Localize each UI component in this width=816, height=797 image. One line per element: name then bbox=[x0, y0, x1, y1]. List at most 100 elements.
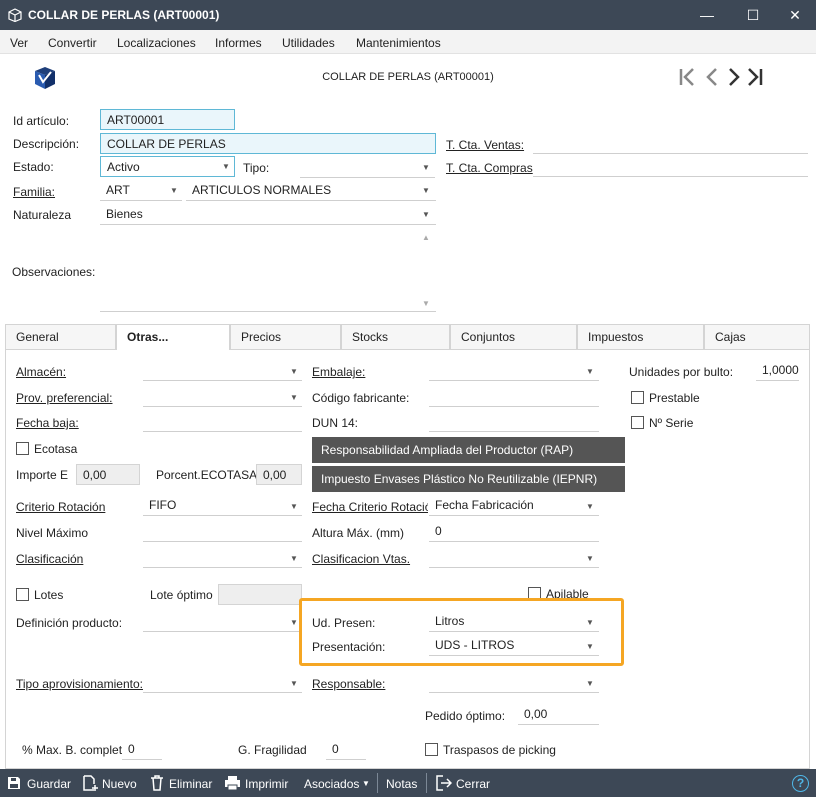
eliminar-button[interactable]: Eliminar bbox=[169, 777, 212, 791]
pedido-optimo-field[interactable]: 0,00 bbox=[518, 704, 599, 725]
descripcion-field[interactable]: COLLAR DE PERLAS bbox=[100, 133, 436, 154]
nserie-checkbox[interactable] bbox=[631, 416, 644, 429]
lotes-checkbox[interactable] bbox=[16, 588, 29, 601]
criterio-select[interactable]: FIFO bbox=[143, 495, 302, 516]
max-b-field[interactable]: 0 bbox=[122, 739, 162, 760]
chevron-down-icon[interactable]: ▼ bbox=[586, 367, 594, 376]
fecha-criterio-select[interactable]: Fecha Fabricación bbox=[429, 495, 599, 516]
chevron-down-icon[interactable]: ▼ bbox=[290, 679, 298, 688]
nav-prev-icon[interactable] bbox=[704, 67, 720, 87]
traspasos-checkbox[interactable] bbox=[425, 743, 438, 756]
cta-ventas-field[interactable] bbox=[533, 133, 808, 154]
prestable-checkbox[interactable] bbox=[631, 391, 644, 404]
tipo-select[interactable] bbox=[300, 157, 435, 178]
caret-down-icon[interactable]: ▼ bbox=[362, 779, 370, 788]
porcent-field[interactable]: 0,00 bbox=[256, 464, 302, 485]
codigo-fab-field[interactable] bbox=[429, 386, 599, 407]
altura-field[interactable]: 0 bbox=[429, 521, 599, 542]
tipo-aprov-select[interactable] bbox=[143, 672, 302, 693]
cta-compras-label[interactable]: T. Cta. Compras bbox=[446, 161, 533, 175]
chevron-down-icon[interactable]: ▼ bbox=[586, 554, 594, 563]
g-fragilidad-label: G. Fragilidad bbox=[238, 743, 307, 757]
chevron-down-icon[interactable]: ▼ bbox=[290, 502, 298, 511]
definicion-select[interactable] bbox=[143, 611, 302, 632]
menu-convertir[interactable]: Convertir bbox=[48, 36, 97, 50]
id-field[interactable]: ART00001 bbox=[100, 109, 235, 130]
help-icon[interactable]: ? bbox=[792, 775, 809, 792]
cerrar-button[interactable]: Cerrar bbox=[456, 777, 490, 791]
rap-button[interactable]: Responsabilidad Ampliada del Productor (… bbox=[312, 437, 625, 463]
scroll-up-icon[interactable]: ▲ bbox=[422, 233, 430, 242]
responsable-label[interactable]: Responsable: bbox=[312, 677, 385, 691]
menu-informes[interactable]: Informes bbox=[215, 36, 262, 50]
chevron-down-icon[interactable]: ▼ bbox=[586, 679, 594, 688]
unidades-bulto-field[interactable]: 1,0000 bbox=[756, 360, 799, 381]
tab-stocks[interactable]: Stocks bbox=[341, 324, 450, 350]
chevron-down-icon[interactable]: ▼ bbox=[586, 502, 594, 511]
fecha-baja-field[interactable] bbox=[143, 411, 302, 432]
estado-select[interactable]: Activo bbox=[100, 156, 235, 177]
tab-impuestos[interactable]: Impuestos bbox=[577, 324, 704, 350]
asociados-button[interactable]: Asociados bbox=[304, 777, 359, 791]
highlight-box bbox=[299, 598, 624, 666]
prov-label[interactable]: Prov. preferencial: bbox=[16, 391, 113, 405]
ecotasa-checkbox[interactable] bbox=[16, 442, 29, 455]
fecha-criterio-label[interactable]: Fecha Criterio Rotació bbox=[312, 500, 428, 514]
chevron-down-icon[interactable]: ▼ bbox=[422, 163, 430, 172]
imprimir-button[interactable]: Imprimir bbox=[245, 777, 288, 791]
maximize-button[interactable]: ☐ bbox=[730, 0, 776, 30]
familia-select[interactable]: ARTICULOS NORMALES bbox=[186, 180, 436, 201]
tab-cajas[interactable]: Cajas bbox=[704, 324, 810, 350]
cta-compras-field[interactable] bbox=[533, 156, 808, 177]
chevron-down-icon[interactable]: ▼ bbox=[290, 393, 298, 402]
naturaleza-select[interactable]: Bienes bbox=[100, 204, 436, 225]
clasificacion-label[interactable]: Clasificación bbox=[16, 552, 83, 566]
chevron-down-icon[interactable]: ▼ bbox=[222, 162, 230, 171]
nav-last-icon[interactable] bbox=[746, 67, 764, 87]
tab-general[interactable]: General bbox=[5, 324, 116, 350]
nav-first-icon[interactable] bbox=[678, 67, 696, 87]
nserie-label: Nº Serie bbox=[649, 416, 694, 430]
nuevo-button[interactable]: Nuevo bbox=[102, 777, 137, 791]
chevron-down-icon[interactable]: ▼ bbox=[422, 210, 430, 219]
tipo-aprov-label[interactable]: Tipo aprovisionamiento: bbox=[16, 677, 143, 691]
minimize-button[interactable]: — bbox=[684, 0, 730, 30]
clasif-vtas-label[interactable]: Clasificacion Vtas. bbox=[312, 552, 410, 566]
tab-conjuntos[interactable]: Conjuntos bbox=[450, 324, 577, 350]
tab-precios[interactable]: Precios bbox=[230, 324, 341, 350]
chevron-down-icon[interactable]: ▼ bbox=[422, 186, 430, 195]
lote-optimo-field[interactable] bbox=[218, 584, 302, 605]
familia-label[interactable]: Familia: bbox=[13, 185, 55, 199]
scroll-down-icon[interactable]: ▼ bbox=[422, 299, 430, 308]
embalaje-select[interactable] bbox=[429, 360, 599, 381]
almacen-label[interactable]: Almacén: bbox=[16, 365, 66, 379]
criterio-label[interactable]: Criterio Rotación bbox=[16, 500, 105, 514]
clasif-vtas-select[interactable] bbox=[429, 547, 599, 568]
fecha-baja-label[interactable]: Fecha baja: bbox=[16, 416, 79, 430]
embalaje-label[interactable]: Embalaje: bbox=[312, 365, 365, 379]
guardar-button[interactable]: Guardar bbox=[27, 777, 71, 791]
chevron-down-icon[interactable]: ▼ bbox=[290, 367, 298, 376]
nav-next-icon[interactable] bbox=[726, 67, 742, 87]
iepnr-button[interactable]: Impuesto Envases Plástico No Reutilizabl… bbox=[312, 466, 625, 492]
menu-mantenimientos[interactable]: Mantenimientos bbox=[356, 36, 441, 50]
chevron-down-icon[interactable]: ▼ bbox=[290, 554, 298, 563]
notas-button[interactable]: Notas bbox=[386, 777, 417, 791]
tab-otras[interactable]: Otras... bbox=[116, 324, 230, 350]
menu-ver[interactable]: Ver bbox=[10, 36, 28, 50]
menu-localizaciones[interactable]: Localizaciones bbox=[117, 36, 196, 50]
prov-select[interactable] bbox=[143, 386, 302, 407]
importe-field[interactable]: 0,00 bbox=[76, 464, 140, 485]
menu-utilidades[interactable]: Utilidades bbox=[282, 36, 335, 50]
chevron-down-icon[interactable]: ▼ bbox=[290, 618, 298, 627]
almacen-select[interactable] bbox=[143, 360, 302, 381]
observaciones-textarea[interactable] bbox=[100, 228, 436, 312]
nivel-field[interactable] bbox=[143, 521, 302, 542]
g-fragilidad-field[interactable]: 0 bbox=[326, 739, 366, 760]
dun14-field[interactable] bbox=[429, 411, 599, 432]
clasificacion-select[interactable] bbox=[143, 547, 302, 568]
chevron-down-icon[interactable]: ▼ bbox=[170, 186, 178, 195]
cta-ventas-label[interactable]: T. Cta. Ventas: bbox=[446, 138, 524, 152]
responsable-select[interactable] bbox=[429, 672, 599, 693]
close-button[interactable]: ✕ bbox=[772, 0, 816, 30]
